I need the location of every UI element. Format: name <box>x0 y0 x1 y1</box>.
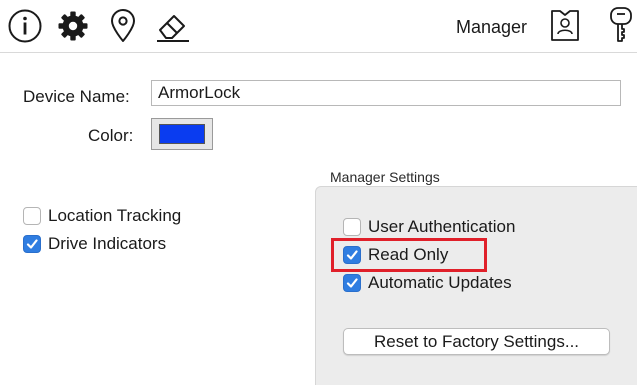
preferences-window: Manager Device Name: Color: <box>0 0 637 385</box>
drive-indicators-label: Drive Indicators <box>48 234 167 253</box>
device-name-label: Device Name: <box>23 87 130 106</box>
color-swatch <box>159 124 205 144</box>
automatic-updates-label: Automatic Updates <box>368 273 512 292</box>
gear-icon[interactable] <box>54 7 92 45</box>
toolbar: Manager <box>0 0 637 53</box>
reset-to-factory-settings-button[interactable]: Reset to Factory Settings... <box>343 328 610 355</box>
device-name-field[interactable] <box>151 80 621 106</box>
location-pin-icon[interactable] <box>104 7 142 45</box>
drive-indicators-checkbox[interactable]: Drive Indicators <box>23 234 166 254</box>
automatic-updates-checkbox[interactable]: Automatic Updates <box>343 273 512 293</box>
read-only-label: Read Only <box>368 245 449 264</box>
eraser-icon[interactable] <box>154 7 192 45</box>
key-icon[interactable] <box>602 6 637 44</box>
checkbox-box[interactable] <box>23 235 41 253</box>
checkbox-box[interactable] <box>343 218 361 236</box>
checkbox-box[interactable] <box>343 246 361 264</box>
user-authentication-label: User Authentication <box>368 217 516 236</box>
checkbox-box[interactable] <box>23 207 41 225</box>
manager-badge-icon[interactable] <box>546 6 584 44</box>
color-well[interactable] <box>151 118 213 150</box>
manager-settings-title: Manager Settings <box>330 169 440 185</box>
location-tracking-label: Location Tracking <box>48 206 182 225</box>
color-label: Color: <box>88 126 134 145</box>
info-icon[interactable] <box>6 7 44 45</box>
checkbox-box[interactable] <box>343 274 361 292</box>
location-tracking-checkbox[interactable]: Location Tracking <box>23 206 181 226</box>
manager-label: Manager <box>456 17 528 37</box>
user-authentication-checkbox[interactable]: User Authentication <box>343 217 515 237</box>
read-only-checkbox[interactable]: Read Only <box>343 245 448 265</box>
